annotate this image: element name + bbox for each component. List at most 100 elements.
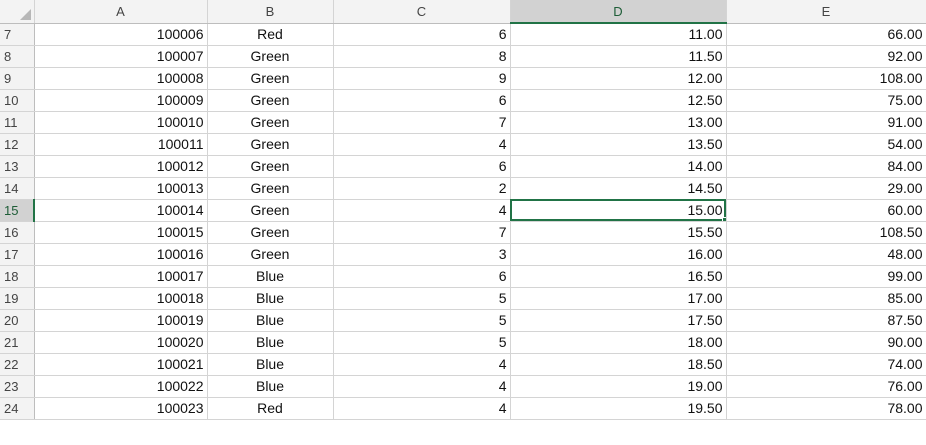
row-header[interactable]: 9 (0, 67, 35, 90)
cell-c[interactable]: 4 (333, 397, 511, 420)
cell-c[interactable]: 4 (333, 353, 511, 376)
column-header-b[interactable]: B (207, 0, 334, 24)
cell-b[interactable]: Blue (207, 375, 334, 398)
cell-c[interactable]: 6 (333, 155, 511, 178)
cell-e[interactable]: 99.00 (726, 265, 926, 288)
cell-e[interactable]: 78.00 (726, 397, 926, 420)
cell-a[interactable]: 100020 (34, 331, 208, 354)
cell-b[interactable]: Blue (207, 287, 334, 310)
cell-d[interactable]: 13.00 (510, 111, 727, 134)
column-header-c[interactable]: C (333, 0, 511, 24)
row-header[interactable]: 20 (0, 309, 35, 332)
cell-a[interactable]: 100011 (34, 133, 208, 156)
cell-d[interactable]: 12.50 (510, 89, 727, 112)
cell-a[interactable]: 100016 (34, 243, 208, 266)
cell-d[interactable]: 13.50 (510, 133, 727, 156)
cell-b[interactable]: Green (207, 89, 334, 112)
cell-a[interactable]: 100006 (34, 23, 208, 46)
cell-a[interactable]: 100007 (34, 45, 208, 68)
cell-e[interactable]: 91.00 (726, 111, 926, 134)
row-header[interactable]: 19 (0, 287, 35, 310)
row-header[interactable]: 7 (0, 23, 35, 46)
cell-b[interactable]: Green (207, 67, 334, 90)
cell-b[interactable]: Blue (207, 309, 334, 332)
cell-e[interactable]: 29.00 (726, 177, 926, 200)
cell-e[interactable]: 92.00 (726, 45, 926, 68)
row-header[interactable]: 11 (0, 111, 35, 134)
row-header[interactable]: 17 (0, 243, 35, 266)
cell-b[interactable]: Green (207, 221, 334, 244)
column-header-d[interactable]: D (510, 0, 727, 24)
row-header[interactable]: 18 (0, 265, 35, 288)
select-all-button[interactable] (0, 0, 35, 24)
cell-b[interactable]: Green (207, 177, 334, 200)
selected-cell[interactable]: 15.00 (510, 199, 727, 222)
cell-b[interactable]: Blue (207, 331, 334, 354)
cell-a[interactable]: 100018 (34, 287, 208, 310)
cell-b[interactable]: Green (207, 199, 334, 222)
cell-e[interactable]: 66.00 (726, 23, 926, 46)
cell-c[interactable]: 5 (333, 309, 511, 332)
cell-e[interactable]: 108.00 (726, 67, 926, 90)
cell-b[interactable]: Blue (207, 353, 334, 376)
cell-a[interactable]: 100008 (34, 67, 208, 90)
cell-b[interactable]: Green (207, 133, 334, 156)
row-header[interactable]: 21 (0, 331, 35, 354)
cell-e[interactable]: 48.00 (726, 243, 926, 266)
cell-a[interactable]: 100014 (34, 199, 208, 222)
cell-b[interactable]: Blue (207, 265, 334, 288)
cell-e[interactable]: 108.50 (726, 221, 926, 244)
cell-c[interactable]: 5 (333, 331, 511, 354)
cell-a[interactable]: 100012 (34, 155, 208, 178)
cell-c[interactable]: 9 (333, 67, 511, 90)
cell-c[interactable]: 6 (333, 23, 511, 46)
row-header[interactable]: 22 (0, 353, 35, 376)
cell-c[interactable]: 7 (333, 111, 511, 134)
cell-d[interactable]: 18.50 (510, 353, 727, 376)
fill-handle[interactable] (721, 216, 725, 220)
cell-e[interactable]: 87.50 (726, 309, 926, 332)
row-header[interactable]: 12 (0, 133, 35, 156)
row-header[interactable]: 23 (0, 375, 35, 398)
row-header[interactable]: 15 (0, 199, 35, 222)
row-header[interactable]: 13 (0, 155, 35, 178)
cell-a[interactable]: 100023 (34, 397, 208, 420)
column-header-e[interactable]: E (726, 0, 926, 24)
row-header[interactable]: 16 (0, 221, 35, 244)
cell-d[interactable]: 16.00 (510, 243, 727, 266)
cell-a[interactable]: 100009 (34, 89, 208, 112)
cell-d[interactable]: 15.50 (510, 221, 727, 244)
cell-a[interactable]: 100010 (34, 111, 208, 134)
cell-e[interactable]: 84.00 (726, 155, 926, 178)
cell-c[interactable]: 6 (333, 89, 511, 112)
row-header[interactable]: 8 (0, 45, 35, 68)
cell-c[interactable]: 4 (333, 375, 511, 398)
cell-c[interactable]: 4 (333, 199, 511, 222)
cell-d[interactable]: 17.00 (510, 287, 727, 310)
cell-c[interactable]: 5 (333, 287, 511, 310)
cell-b[interactable]: Green (207, 243, 334, 266)
cell-a[interactable]: 100022 (34, 375, 208, 398)
cell-e[interactable]: 90.00 (726, 331, 926, 354)
cell-c[interactable]: 4 (333, 133, 511, 156)
cell-b[interactable]: Red (207, 397, 334, 420)
cell-a[interactable]: 100021 (34, 353, 208, 376)
cell-b[interactable]: Green (207, 45, 334, 68)
cell-d[interactable]: 16.50 (510, 265, 727, 288)
cell-c[interactable]: 2 (333, 177, 511, 200)
cell-c[interactable]: 6 (333, 265, 511, 288)
cell-a[interactable]: 100015 (34, 221, 208, 244)
cell-d[interactable]: 19.00 (510, 375, 727, 398)
cell-a[interactable]: 100019 (34, 309, 208, 332)
cell-d[interactable]: 14.00 (510, 155, 727, 178)
cell-d[interactable]: 17.50 (510, 309, 727, 332)
cell-a[interactable]: 100017 (34, 265, 208, 288)
cell-c[interactable]: 3 (333, 243, 511, 266)
cell-e[interactable]: 54.00 (726, 133, 926, 156)
cell-d[interactable]: 11.50 (510, 45, 727, 68)
row-header[interactable]: 14 (0, 177, 35, 200)
cell-a[interactable]: 100013 (34, 177, 208, 200)
row-header[interactable]: 24 (0, 397, 35, 420)
cell-e[interactable]: 60.00 (726, 199, 926, 222)
cell-d[interactable]: 14.50 (510, 177, 727, 200)
